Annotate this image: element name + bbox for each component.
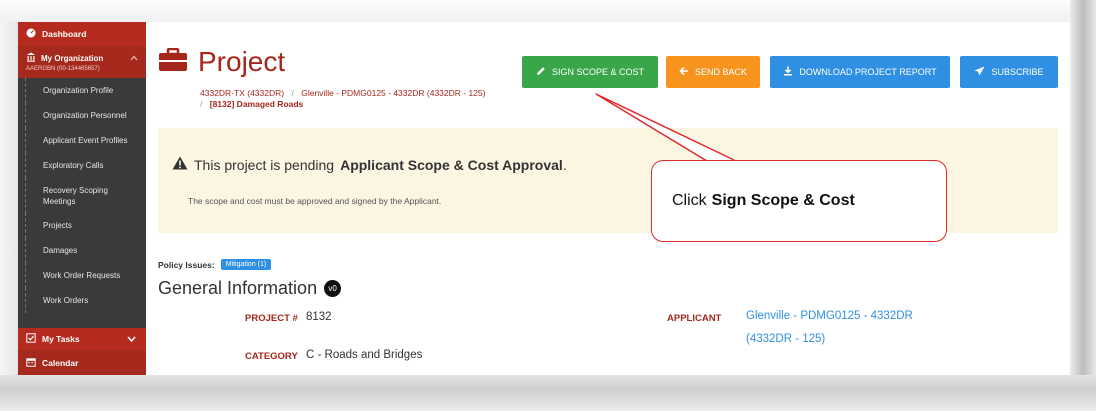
breadcrumb-project: [8132] Damaged Roads (209, 99, 304, 109)
checkbox-icon (26, 333, 36, 345)
briefcase-icon (158, 47, 188, 77)
category-value: C - Roads and Bridges (306, 349, 423, 361)
my-tasks-label: My Tasks (42, 334, 80, 344)
instruction-callout: Click Sign Scope & Cost (651, 160, 947, 242)
breadcrumb-separator: / (200, 99, 203, 109)
breadcrumb: 4332DR-TX (4332DR) / Glenville - PDMG012… (200, 88, 485, 98)
send-back-button[interactable]: SEND BACK (666, 56, 760, 88)
sidebar-item-damages[interactable]: Damages (25, 238, 146, 263)
sidebar-item-work-orders[interactable]: Work Orders (25, 288, 146, 313)
frame-top (0, 0, 1096, 22)
frame-bottom (0, 375, 1096, 411)
sidebar-my-organization[interactable]: My Organization AAERGBN (00-134465657) (18, 46, 146, 78)
subscribe-label: SUBSCRIBE (991, 67, 1044, 77)
pencil-icon (536, 66, 546, 78)
sidebar-item-recovery-scoping-meetings[interactable]: Recovery Scoping Meetings (25, 178, 146, 213)
sidebar-item-work-order-requests[interactable]: Work Order Requests (25, 263, 146, 288)
subscribe-button[interactable]: SUBSCRIBE (960, 56, 1058, 88)
sidebar-calendar[interactable]: Calendar (18, 350, 146, 375)
breadcrumb-event[interactable]: 4332DR-TX (4332DR) (200, 88, 284, 98)
alert-prefix: This project is pending (194, 156, 335, 173)
mitigation-badge[interactable]: Mitigation (1) (220, 259, 272, 270)
alert-suffix: . (562, 156, 567, 173)
callout-prefix: Click (672, 192, 707, 209)
send-back-label: SEND BACK (694, 67, 747, 77)
dashboard-label: Dashboard (42, 29, 87, 39)
org-subtitle: AAERGBN (00-134465657) (26, 66, 100, 72)
app-screen: Dashboard My Organization AAERGBN (00-13… (18, 22, 1070, 375)
project-number-value: 8132 (306, 311, 332, 323)
download-project-report-label: DOWNLOAD PROJECT REPORT (799, 67, 937, 77)
sidebar-item-applicant-event-profiles[interactable]: Applicant Event Profiles (25, 128, 146, 153)
sidebar-dashboard[interactable]: Dashboard (18, 22, 146, 46)
download-project-report-button[interactable]: DOWNLOAD PROJECT REPORT (770, 56, 950, 88)
applicant-label: APPLICANT (667, 313, 722, 324)
project-number-label: PROJECT # (245, 313, 298, 324)
arrow-left-icon (679, 66, 689, 78)
alert-detail: The scope and cost must be approved and … (188, 196, 442, 206)
org-title: My Organization (41, 53, 104, 63)
sidebar-item-exploratory-calls[interactable]: Exploratory Calls (25, 153, 146, 178)
alert-status: Applicant Scope & Cost Approval (340, 156, 563, 173)
policy-issues: Policy Issues: Mitigation (1) (158, 259, 272, 270)
page-title-text: Project (198, 46, 286, 77)
sidebar-my-tasks[interactable]: My Tasks (18, 328, 146, 350)
general-information-heading: General Information v0 (158, 278, 342, 299)
frame-right (1070, 0, 1096, 411)
download-icon (783, 66, 793, 78)
sign-scope-cost-label: SIGN SCOPE & COST (551, 67, 645, 77)
sign-scope-cost-button[interactable]: SIGN SCOPE & COST (522, 56, 658, 88)
frame-left (0, 0, 18, 411)
page-title: Project (158, 46, 285, 78)
calendar-icon (26, 357, 36, 369)
applicant-link[interactable]: Glenville - PDMG0125 - 4332DR (4332DR - … (746, 305, 926, 351)
sidebar-item-organization-profile[interactable]: Organization Profile (25, 78, 146, 103)
warning-icon (172, 156, 188, 173)
version-badge: v0 (324, 280, 342, 297)
policy-issues-label: Policy Issues: (158, 259, 215, 270)
chevron-down-icon (127, 334, 136, 344)
category-label: CATEGORY (245, 351, 298, 362)
sidebar: Dashboard My Organization AAERGBN (00-13… (18, 22, 146, 375)
callout-action: Sign Scope & Cost (711, 192, 855, 209)
general-information-title: General Information (158, 278, 318, 298)
breadcrumb-applicant[interactable]: Glenville - PDMG0125 - 4332DR (4332DR - … (301, 88, 485, 98)
breadcrumb-current: / [8132] Damaged Roads (200, 99, 303, 109)
calendar-label: Calendar (42, 357, 79, 368)
paper-plane-icon (974, 66, 985, 78)
chevron-up-icon (130, 54, 138, 63)
dashboard-icon (26, 28, 36, 40)
sidebar-item-projects[interactable]: Projects (25, 213, 146, 238)
breadcrumb-separator: / (291, 88, 294, 98)
sidebar-item-organization-personnel[interactable]: Organization Personnel (25, 103, 146, 128)
bank-icon (26, 52, 36, 64)
